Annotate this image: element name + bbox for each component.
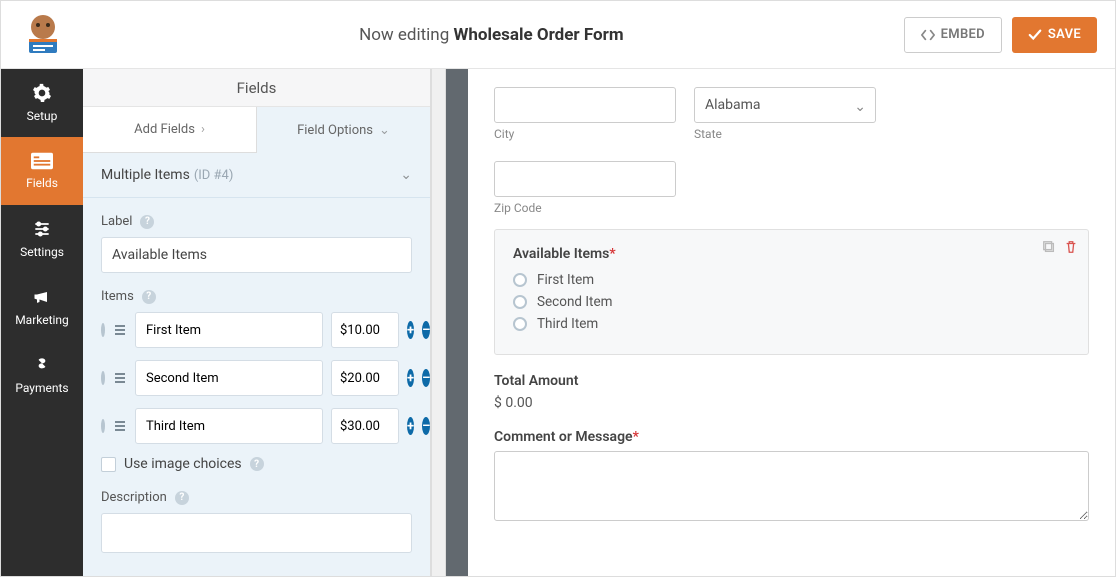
nav-label: Payments bbox=[15, 381, 68, 395]
item-name-input[interactable] bbox=[135, 312, 323, 348]
option-row[interactable]: Third Item bbox=[513, 316, 1070, 332]
save-label: SAVE bbox=[1048, 27, 1081, 42]
nav-fields[interactable]: Fields bbox=[1, 137, 83, 205]
comment-label: Comment or Message* bbox=[494, 429, 1089, 445]
nav-settings[interactable]: Settings bbox=[1, 205, 83, 273]
chevron-right-icon: › bbox=[201, 122, 205, 137]
city-label: City bbox=[494, 127, 676, 141]
available-items-card[interactable]: Available Items* First Item Second Item … bbox=[494, 229, 1089, 355]
total-amount-label: Total Amount bbox=[494, 373, 1089, 389]
drag-handle-icon[interactable] bbox=[113, 419, 127, 433]
item-price-input[interactable] bbox=[331, 408, 399, 444]
save-button[interactable]: SAVE bbox=[1012, 17, 1097, 53]
form-icon bbox=[31, 152, 53, 170]
panel-subheader: Fields bbox=[83, 69, 430, 107]
item-name-input[interactable] bbox=[135, 408, 323, 444]
item-price-input[interactable] bbox=[331, 312, 399, 348]
page-title: Now editing Wholesale Order Form bbox=[79, 25, 904, 45]
city-input[interactable] bbox=[494, 87, 676, 123]
help-icon[interactable]: ? bbox=[140, 215, 154, 229]
nav-setup[interactable]: Setup bbox=[1, 69, 83, 137]
help-icon[interactable]: ? bbox=[175, 491, 189, 505]
state-select[interactable]: Alabama bbox=[694, 87, 876, 123]
trash-icon[interactable] bbox=[1064, 240, 1078, 258]
form-name: Wholesale Order Form bbox=[453, 25, 623, 45]
nav-label: Setup bbox=[27, 109, 58, 123]
nav-label: Fields bbox=[26, 176, 58, 190]
card-title: Available Items* bbox=[513, 246, 1070, 262]
panel-scrollbar[interactable] bbox=[431, 69, 446, 576]
app-logo bbox=[19, 11, 67, 59]
tab-add-fields[interactable]: Add Fields › bbox=[83, 107, 257, 153]
embed-label: EMBED bbox=[941, 27, 985, 42]
group-id: (ID #4) bbox=[194, 168, 234, 183]
group-title: Multiple Items bbox=[101, 167, 190, 183]
remove-item-button[interactable]: – bbox=[422, 369, 430, 387]
tab-label: Add Fields bbox=[134, 122, 195, 137]
top-bar: Now editing Wholesale Order Form EMBED S… bbox=[1, 1, 1115, 69]
options-panel: Fields Add Fields › Field Options ⌄ Mult… bbox=[83, 69, 431, 576]
chevron-down-icon: ⌄ bbox=[400, 167, 412, 183]
help-icon[interactable]: ? bbox=[250, 457, 264, 471]
item-name-input[interactable] bbox=[135, 360, 323, 396]
panel-tabs: Add Fields › Field Options ⌄ bbox=[83, 107, 430, 153]
dollar-icon bbox=[32, 355, 52, 375]
sliders-icon bbox=[32, 219, 52, 239]
option-label: First Item bbox=[537, 272, 594, 288]
form-preview: City Alabama ⌄ State Zip Code bbox=[468, 69, 1115, 576]
zip-input[interactable] bbox=[494, 161, 676, 197]
zip-label: Zip Code bbox=[494, 201, 1089, 215]
add-item-button[interactable]: + bbox=[407, 321, 414, 339]
editing-prefix: Now editing bbox=[359, 25, 453, 45]
use-image-choices-row[interactable]: Use image choices ? bbox=[101, 456, 412, 472]
label-heading: Label ? bbox=[101, 214, 412, 229]
option-row[interactable]: First Item bbox=[513, 272, 1070, 288]
preview-gutter bbox=[446, 69, 468, 576]
help-icon[interactable]: ? bbox=[142, 290, 156, 304]
check-icon bbox=[1028, 28, 1042, 42]
items-heading: Items ? bbox=[101, 289, 412, 304]
duplicate-icon[interactable] bbox=[1042, 240, 1056, 258]
add-item-button[interactable]: + bbox=[407, 369, 414, 387]
item-price-input[interactable] bbox=[331, 360, 399, 396]
state-label: State bbox=[694, 127, 876, 141]
radio-icon[interactable] bbox=[513, 317, 527, 331]
add-item-button[interactable]: + bbox=[407, 417, 414, 435]
radio-icon[interactable] bbox=[513, 295, 527, 309]
item-row: + – bbox=[101, 360, 412, 396]
checkbox-icon[interactable] bbox=[101, 457, 116, 472]
tab-label: Field Options bbox=[297, 123, 373, 138]
tab-field-options[interactable]: Field Options ⌄ bbox=[257, 107, 430, 153]
radio-icon[interactable] bbox=[513, 273, 527, 287]
embed-button[interactable]: EMBED bbox=[904, 17, 1002, 53]
side-nav: Setup Fields Settings Marketing Payments bbox=[1, 69, 83, 576]
item-row: + – bbox=[101, 312, 412, 348]
option-row[interactable]: Second Item bbox=[513, 294, 1070, 310]
radio-icon[interactable] bbox=[101, 419, 105, 433]
nav-marketing[interactable]: Marketing bbox=[1, 273, 83, 341]
description-heading: Description ? bbox=[101, 490, 412, 505]
radio-icon[interactable] bbox=[101, 323, 105, 337]
chevron-down-icon: ⌄ bbox=[379, 123, 390, 138]
remove-item-button[interactable]: – bbox=[422, 321, 430, 339]
label-input[interactable] bbox=[101, 237, 412, 273]
field-group-header[interactable]: Multiple Items (ID #4) ⌄ bbox=[83, 153, 430, 198]
drag-handle-icon[interactable] bbox=[113, 371, 127, 385]
nav-payments[interactable]: Payments bbox=[1, 341, 83, 409]
bullhorn-icon bbox=[32, 287, 52, 307]
description-input[interactable] bbox=[101, 513, 412, 553]
option-label: Third Item bbox=[537, 316, 598, 332]
drag-handle-icon[interactable] bbox=[113, 323, 127, 337]
option-label: Second Item bbox=[537, 294, 612, 310]
total-amount-value: $ 0.00 bbox=[494, 395, 1089, 411]
code-icon bbox=[921, 28, 935, 42]
gear-icon bbox=[32, 83, 52, 103]
nav-label: Marketing bbox=[15, 313, 69, 327]
radio-icon[interactable] bbox=[101, 371, 105, 385]
remove-item-button[interactable]: – bbox=[422, 417, 430, 435]
comment-textarea[interactable] bbox=[494, 451, 1089, 521]
checkbox-label: Use image choices bbox=[124, 456, 242, 472]
nav-label: Settings bbox=[20, 245, 64, 259]
item-row: + – bbox=[101, 408, 412, 444]
